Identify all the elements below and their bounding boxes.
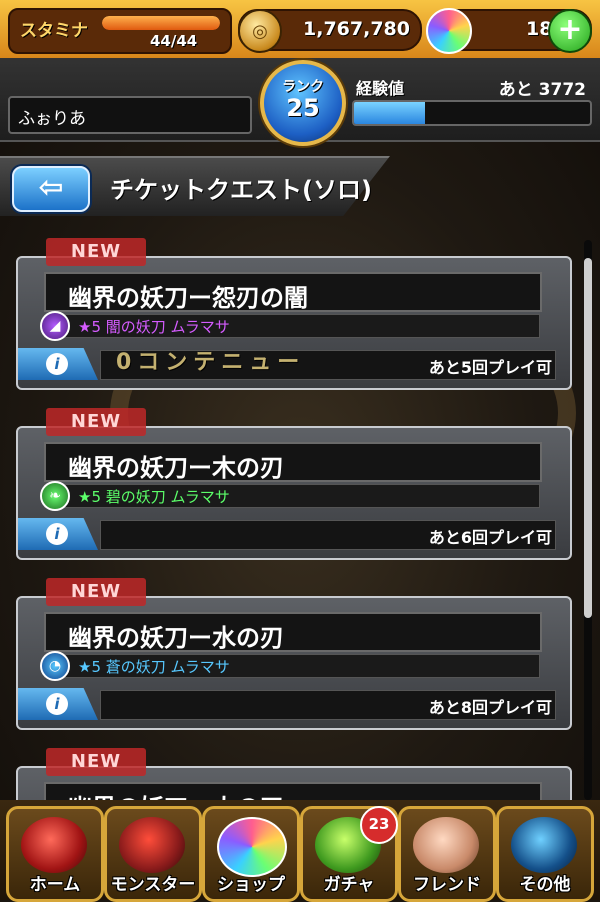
back-arrow-icon: ⇦ [38, 170, 64, 205]
quest-title-box: 幽界の妖刀ー木の刃 [44, 442, 542, 482]
nav-shop-label: ショップ [217, 875, 285, 895]
event-banner: 0コンテニュー [116, 350, 306, 375]
stamina-label: スタミナ [20, 21, 88, 41]
gacha-notification-badge: 23 [360, 806, 398, 844]
page-title: チケットクエスト(ソロ) [110, 176, 372, 204]
nav-other[interactable]: その他 [496, 806, 594, 902]
exp-remaining: あと 3772 [498, 80, 586, 100]
home-icon [21, 817, 87, 873]
player-name: ふぉりあ [18, 109, 86, 129]
coin-count: 1,767,780 [303, 18, 410, 40]
player-name-box: ふぉりあ [8, 96, 252, 134]
nav-other-label: その他 [519, 875, 571, 895]
handshake-icon [413, 817, 479, 873]
new-badge: NEW [46, 238, 146, 266]
quest-title: 幽界の妖刀ー怨刃の闇 [68, 284, 308, 312]
nav-shop[interactable]: ショップ [202, 806, 300, 902]
stamina-bar-fill [102, 16, 220, 30]
quest-title: 幽界の妖刀ー水の刃 [68, 624, 284, 652]
remaining-plays: あと6回プレイ可 [428, 528, 552, 547]
exp-bar-fill [354, 102, 425, 124]
nav-home-label: ホーム [29, 875, 81, 895]
stamina-bar [102, 16, 220, 30]
info-icon[interactable]: i [46, 693, 68, 715]
remaining-plays: あと8回プレイ可 [428, 698, 552, 717]
bottom-navigation: ホーム モンスター ショップ ガチャ フレンド その他 [0, 800, 600, 902]
new-badge: NEW [46, 748, 146, 776]
water-element-icon: ◔ [40, 651, 70, 681]
quest-title: 幽界の妖刀ー木の刃 [68, 454, 284, 482]
nav-gacha-label: ガチャ [323, 875, 375, 895]
coin-panel: ◎ 1,767,780 [238, 9, 422, 53]
quest-subtitle: ★5 碧の妖刀 ムラマサ [78, 488, 230, 506]
back-button[interactable]: ⇦ [12, 166, 90, 212]
quest-title-box: 幽界の妖刀ー水の刃 [44, 612, 542, 652]
orb-icon [426, 8, 472, 54]
stamina-value: 44/44 [150, 32, 198, 50]
add-orbs-button[interactable]: + [548, 9, 592, 53]
info-icon[interactable]: i [46, 523, 68, 545]
nav-friend[interactable]: フレンド [398, 806, 496, 902]
nav-friend-label: フレンド [413, 875, 481, 895]
nav-monster-label: モンスター [110, 875, 196, 895]
orb-panel: 18 + [426, 8, 592, 54]
shop-orb-icon [217, 817, 287, 877]
quest-subtitle: ★5 蒼の妖刀 ムラマサ [78, 658, 230, 676]
new-badge: NEW [46, 408, 146, 436]
new-badge: NEW [46, 578, 146, 606]
scrollbar-thumb[interactable] [584, 258, 592, 618]
status-bar: スタミナ 44/44 ◎ 1,767,780 18 + [0, 0, 600, 61]
remaining-plays: あと5回プレイ可 [428, 358, 552, 377]
rank-badge: ランク 25 [260, 60, 346, 146]
rank-value: 25 [286, 94, 320, 122]
stamina-panel: スタミナ 44/44 [8, 8, 232, 54]
monster-icon [119, 817, 185, 873]
quest-title-box: 幽界の妖刀ー怨刃の闇 [44, 272, 542, 312]
exp-label: 経験値 [356, 79, 405, 98]
coin-icon: ◎ [238, 9, 282, 53]
quest-subtitle: ★5 闇の妖刀 ムラマサ [78, 318, 230, 336]
rank-label: ランク [282, 79, 324, 95]
nav-monster[interactable]: モンスター [104, 806, 202, 902]
radar-icon [511, 817, 577, 873]
nav-home[interactable]: ホーム [6, 806, 104, 902]
exp-bar [352, 100, 592, 126]
wood-element-icon: ❧ [40, 481, 70, 511]
dark-element-icon: ◢ [40, 311, 70, 341]
info-icon[interactable]: i [46, 353, 68, 375]
